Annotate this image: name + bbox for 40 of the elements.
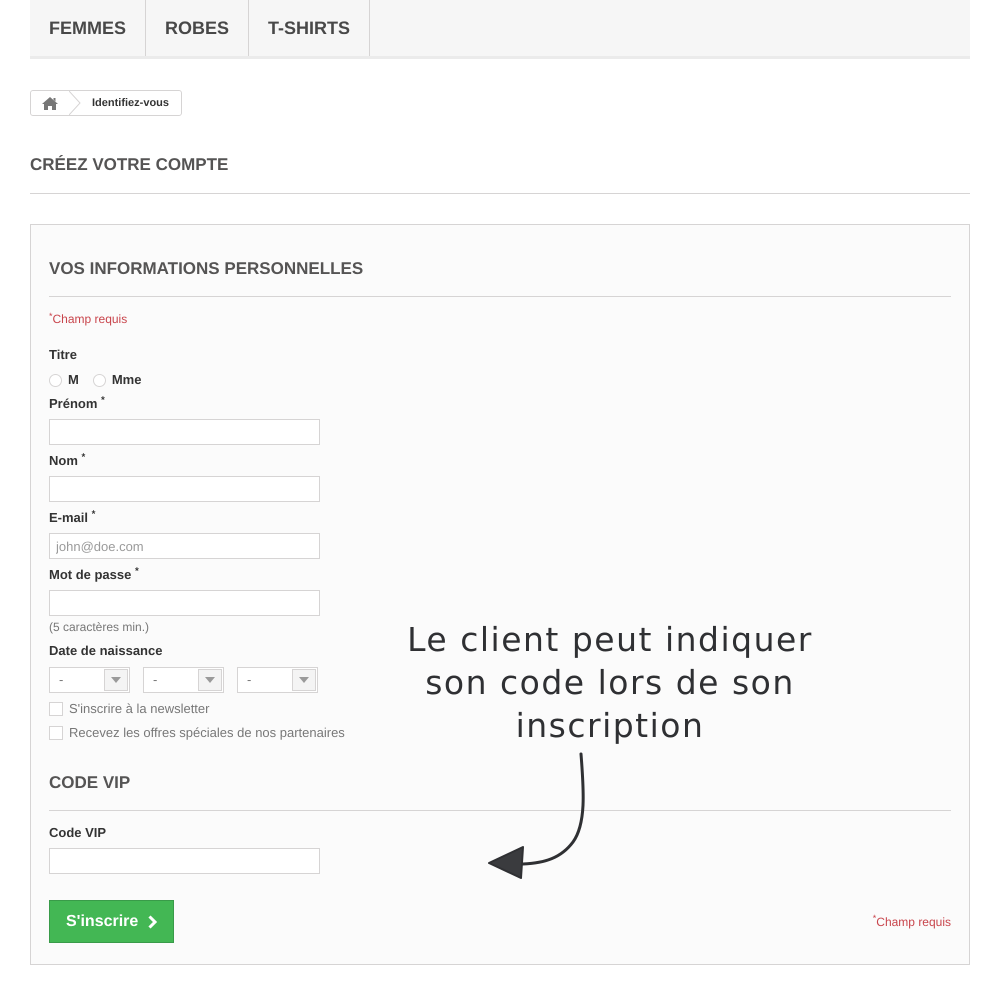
text-field[interactable]: john@doe.com <box>49 533 320 559</box>
nav-tab[interactable]: ROBES <box>146 0 250 56</box>
date-select[interactable]: - <box>49 667 130 693</box>
annotation-note: Le client peut indiquer son code lors de son inscription <box>406 619 814 747</box>
text-field[interactable] <box>49 590 320 616</box>
checkbox[interactable] <box>49 726 63 740</box>
caret-down-icon <box>292 669 316 691</box>
checkbox-label: Recevez les offres spéciales de nos partenaires <box>69 724 345 742</box>
field-hint: (5 caractères min.) <box>49 619 150 635</box>
field-label: Mot de passe $^{*}$ <box>49 567 139 583</box>
radio-button[interactable] <box>49 374 62 386</box>
required-note: $^{*}$Champ requis <box>49 311 128 327</box>
section-title: VOS INFORMATIONS PERSONNELLES <box>49 259 364 279</box>
caret-down-icon <box>104 669 128 691</box>
required-note: $^{*}$Champ requis <box>872 914 951 930</box>
checkbox[interactable] <box>49 702 63 716</box>
date-select[interactable]: - <box>143 667 224 693</box>
field-label: Titre <box>49 347 77 363</box>
radio-button[interactable] <box>92 374 106 386</box>
nav-tab[interactable]: T-SHIRTS <box>249 0 370 56</box>
date-select[interactable]: - <box>237 667 318 693</box>
submit-button[interactable]: S'inscrire <box>49 900 174 943</box>
caret-down-icon <box>198 669 222 691</box>
home-icon <box>42 96 58 110</box>
field-label: Code VIP <box>49 825 106 841</box>
radio-label: M <box>68 371 79 390</box>
breadcrumb-current: Identifiez-vous <box>91 96 170 111</box>
chevron-right-icon <box>148 914 158 928</box>
field-label: Date de naissance <box>49 643 162 659</box>
field-label: Nom $^{*}$ <box>49 453 86 469</box>
field-label: Prénom $^{*}$ <box>49 396 105 412</box>
text-field[interactable] <box>49 476 320 502</box>
text-field[interactable] <box>49 848 320 874</box>
nav-tab[interactable]: FEMMES <box>30 0 146 56</box>
radio-label: Mme <box>112 371 142 390</box>
text-field[interactable] <box>49 419 320 445</box>
field-label: E-mail $^{*}$ <box>49 510 96 526</box>
checkbox-label: S'inscrire à la newsletter <box>69 700 210 718</box>
section-title: CODE VIP <box>49 773 130 793</box>
page-title: CRÉEZ VOTRE COMPTE <box>30 155 228 175</box>
